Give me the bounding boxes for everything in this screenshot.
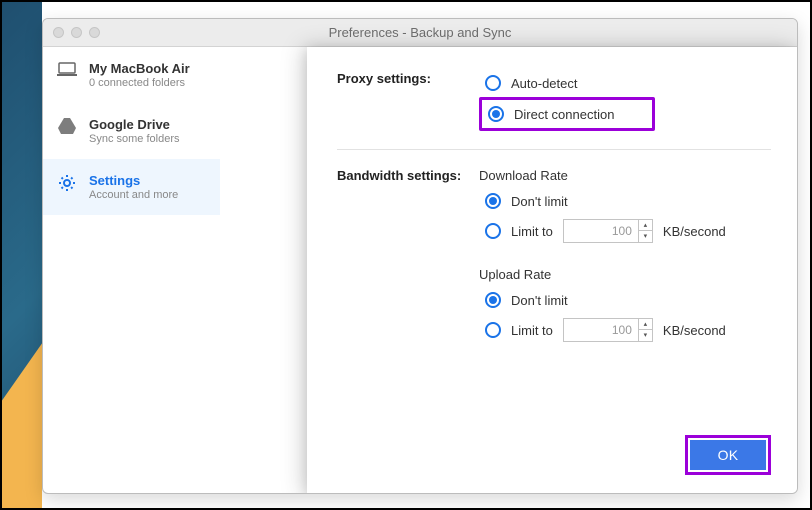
window-title: Preferences - Backup and Sync — [43, 25, 797, 40]
proxy-auto-detect[interactable]: Auto-detect — [479, 69, 771, 97]
proxy-direct-connection[interactable]: Direct connection — [482, 100, 652, 128]
annotation-highlight: OK — [685, 435, 771, 475]
download-dont-limit[interactable]: Don't limit — [479, 187, 771, 215]
window-titlebar: Preferences - Backup and Sync — [43, 19, 797, 47]
upload-limit-label[interactable]: Limit to — [511, 323, 553, 338]
drive-icon — [57, 118, 77, 134]
chevron-down-icon[interactable]: ▾ — [639, 231, 652, 242]
sidebar-item-drive[interactable]: Google Drive Sync some folders — [43, 103, 220, 159]
bandwidth-section: Bandwidth settings: Download Rate Don't … — [337, 166, 771, 346]
desktop-wallpaper — [2, 2, 42, 508]
stepper[interactable]: ▴ ▾ — [638, 319, 652, 341]
bandwidth-section-label: Bandwidth settings: — [337, 166, 479, 183]
chevron-up-icon[interactable]: ▴ — [639, 220, 652, 231]
upload-limit-value: 100 — [564, 323, 638, 337]
download-rate-heading: Download Rate — [479, 168, 771, 183]
upload-limit-unit: KB/second — [663, 323, 726, 338]
radio-icon[interactable] — [485, 322, 501, 338]
download-limit-label[interactable]: Limit to — [511, 224, 553, 239]
radio-icon — [485, 292, 501, 308]
sidebar-item-sub: Sync some folders — [89, 133, 179, 145]
section-divider — [337, 149, 771, 150]
radio-icon — [488, 106, 504, 122]
sidebar-item-label: Settings — [89, 173, 178, 188]
laptop-icon — [57, 62, 77, 76]
upload-rate-heading: Upload Rate — [479, 267, 771, 282]
chevron-down-icon[interactable]: ▾ — [639, 330, 652, 341]
sidebar-item-settings[interactable]: Settings Account and more — [43, 159, 220, 215]
upload-limit-input[interactable]: 100 ▴ ▾ — [563, 318, 653, 342]
settings-panel: Proxy settings: Auto-detect Direct conne… — [307, 47, 797, 494]
ok-button[interactable]: OK — [690, 440, 766, 470]
radio-label: Auto-detect — [511, 76, 578, 91]
download-limit-value: 100 — [564, 224, 638, 238]
chevron-up-icon[interactable]: ▴ — [639, 319, 652, 330]
radio-icon — [485, 193, 501, 209]
sidebar-item-sub: Account and more — [89, 189, 178, 201]
sidebar: My MacBook Air 0 connected folders Googl… — [43, 47, 221, 493]
sidebar-item-label: Google Drive — [89, 117, 179, 132]
radio-label: Don't limit — [511, 194, 568, 209]
sidebar-item-label: My MacBook Air — [89, 61, 190, 76]
preferences-window: Preferences - Backup and Sync My MacBook… — [42, 18, 798, 494]
gear-icon — [57, 174, 77, 192]
upload-dont-limit[interactable]: Don't limit — [479, 286, 771, 314]
radio-label: Don't limit — [511, 293, 568, 308]
proxy-section-label: Proxy settings: — [337, 69, 479, 86]
download-limit-unit: KB/second — [663, 224, 726, 239]
annotation-highlight: Direct connection — [479, 97, 655, 131]
download-limit-input[interactable]: 100 ▴ ▾ — [563, 219, 653, 243]
sidebar-item-sub: 0 connected folders — [89, 77, 190, 89]
radio-icon — [485, 75, 501, 91]
proxy-section: Proxy settings: Auto-detect Direct conne… — [337, 69, 771, 131]
sidebar-item-device[interactable]: My MacBook Air 0 connected folders — [43, 47, 220, 103]
radio-label: Direct connection — [514, 107, 614, 122]
stepper[interactable]: ▴ ▾ — [638, 220, 652, 242]
radio-icon[interactable] — [485, 223, 501, 239]
